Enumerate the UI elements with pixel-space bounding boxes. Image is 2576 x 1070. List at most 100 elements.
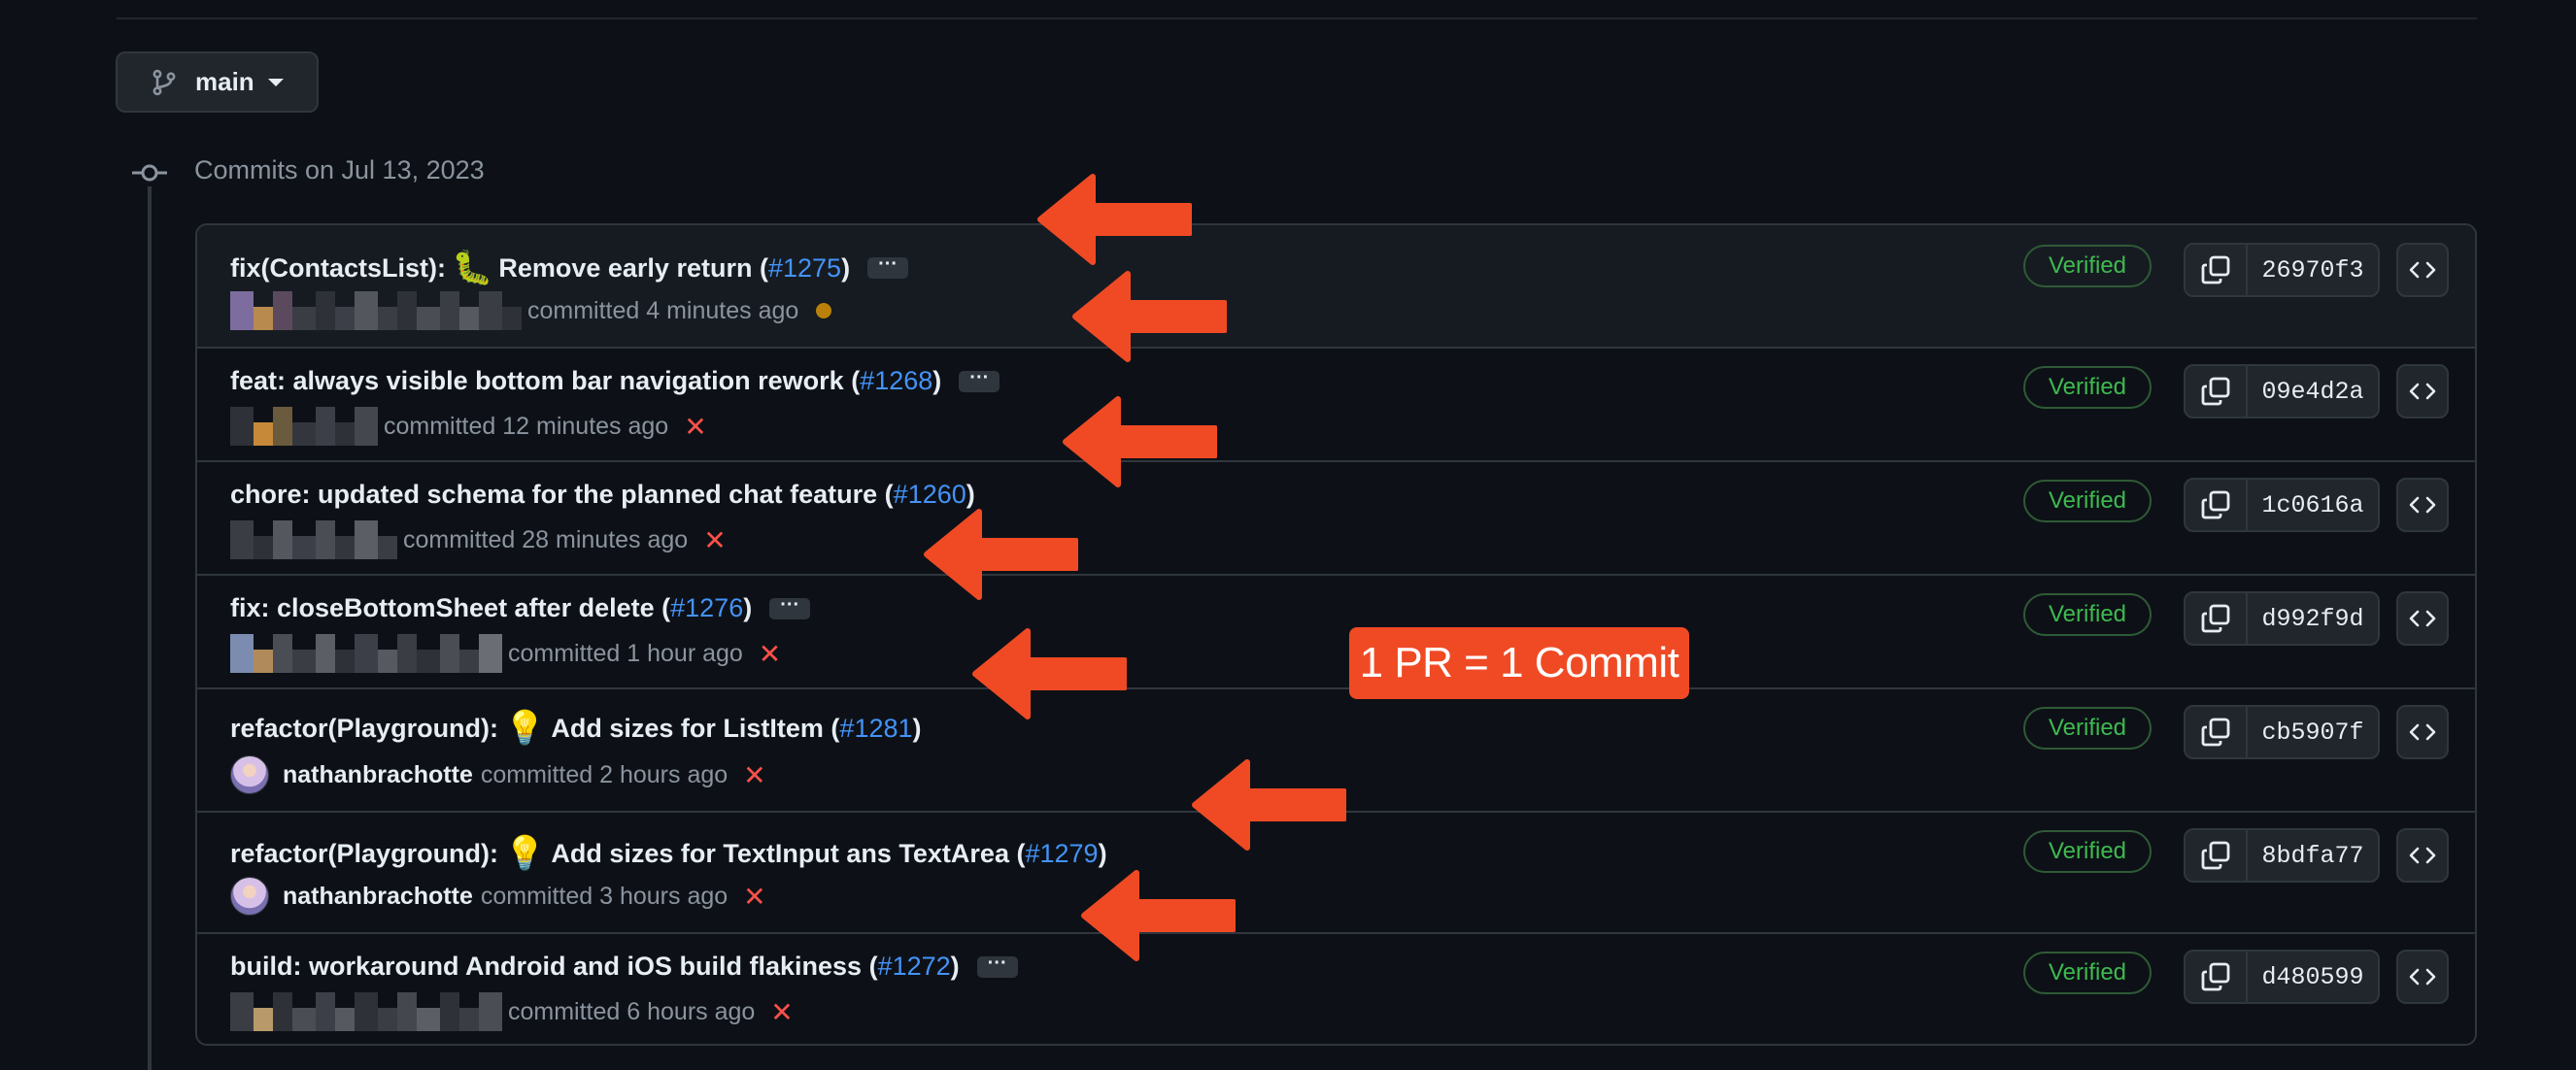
- pr-link[interactable]: #1268: [860, 366, 932, 396]
- verified-badge[interactable]: Verified: [2023, 480, 2152, 522]
- commit-type: fix:: [230, 593, 270, 622]
- failed-status-x-icon[interactable]: ✕: [743, 881, 765, 913]
- commit-type: refactor(Playground):: [230, 838, 499, 868]
- commit-message: workaround Android and iOS build flakine…: [309, 952, 863, 981]
- copy-icon: [2201, 718, 2230, 747]
- commit-message: Add sizes for ListItem: [551, 713, 824, 743]
- copy-icon: [2201, 255, 2230, 284]
- failed-status-x-icon[interactable]: ✕: [684, 411, 706, 443]
- browse-repository-button[interactable]: [2396, 364, 2449, 418]
- copy-sha-button[interactable]: [2186, 593, 2248, 644]
- avatar[interactable]: [230, 877, 269, 916]
- commit-sha-link[interactable]: 8bdfa77: [2248, 830, 2378, 881]
- author-name[interactable]: nathanbrachotte: [283, 883, 473, 911]
- commit-sha-link[interactable]: d992f9d: [2248, 593, 2378, 644]
- commit-time: committed 1 hour ago: [508, 639, 743, 667]
- verified-badge[interactable]: Verified: [2023, 593, 2152, 636]
- browse-repository-button[interactable]: [2396, 705, 2449, 759]
- commit-sha-group: 1c0616a: [2184, 478, 2380, 532]
- annotation-arrow: [924, 509, 1078, 600]
- commit-time: committed 6 hours ago: [508, 997, 756, 1025]
- expand-message-button[interactable]: ···: [769, 595, 811, 619]
- expand-message-button[interactable]: ···: [976, 953, 1018, 978]
- commit-sha-group: d480599: [2184, 950, 2380, 1004]
- commit-type: feat:: [230, 366, 287, 395]
- failed-status-x-icon[interactable]: ✕: [759, 638, 781, 670]
- commit-sha-link[interactable]: cb5907f: [2248, 707, 2378, 757]
- commit-title-link[interactable]: chore: updated schema for the planned ch…: [230, 480, 975, 510]
- redacted-author: [230, 520, 397, 559]
- commit-meta: committed 1 hour ago ✕: [230, 634, 781, 673]
- copy-sha-button[interactable]: [2186, 245, 2248, 295]
- pr-link[interactable]: #1272: [878, 952, 951, 982]
- failed-status-x-icon[interactable]: ✕: [743, 759, 765, 791]
- code-icon: [2409, 496, 2436, 514]
- commit-meta: committed 4 minutes ago: [230, 291, 832, 330]
- copy-sha-button[interactable]: [2186, 480, 2248, 530]
- timeline-line: [148, 186, 152, 1070]
- annotation-arrow: [1192, 759, 1346, 851]
- verified-badge[interactable]: Verified: [2023, 952, 2152, 994]
- commit-title-link[interactable]: feat: always visible bottom bar navigati…: [230, 366, 1000, 396]
- avatar[interactable]: [230, 755, 269, 794]
- commit-type: build:: [230, 952, 302, 981]
- commit-title-link[interactable]: refactor(Playground): 💡 Add sizes for List…: [230, 709, 922, 748]
- commit-meta: committed 12 minutes ago ✕: [230, 407, 707, 446]
- commit-sha-group: 09e4d2a: [2184, 364, 2380, 418]
- pending-status-dot-icon[interactable]: [816, 303, 832, 318]
- browse-repository-button[interactable]: [2396, 950, 2449, 1004]
- commit-row: chore: updated schema for the planned ch…: [197, 462, 2475, 576]
- commit-message: updated schema for the planned chat feat…: [318, 480, 878, 509]
- copy-icon: [2201, 490, 2230, 519]
- copy-sha-button[interactable]: [2186, 830, 2248, 881]
- copy-icon: [2201, 604, 2230, 633]
- failed-status-x-icon[interactable]: ✕: [703, 524, 726, 556]
- pr-link[interactable]: #1279: [1025, 839, 1098, 869]
- chevron-down-icon: [267, 78, 284, 86]
- commit-time: committed 2 hours ago: [480, 760, 729, 788]
- verified-badge[interactable]: Verified: [2023, 366, 2152, 409]
- commit-time: committed 12 minutes ago: [384, 412, 669, 440]
- verified-badge[interactable]: Verified: [2023, 830, 2152, 873]
- commit-meta: committed 6 hours ago ✕: [230, 992, 794, 1031]
- pr-link[interactable]: #1281: [839, 714, 912, 744]
- commit-title-link[interactable]: refactor(Playground): 💡 Add sizes for Text…: [230, 834, 1107, 873]
- commit-sha-link[interactable]: d480599: [2248, 952, 2378, 1002]
- redacted-author: [230, 407, 378, 446]
- commit-row: build: workaround Android and iOS build …: [197, 934, 2475, 1044]
- annotation-arrow: [1063, 396, 1217, 487]
- commit-time: committed 4 minutes ago: [527, 296, 799, 324]
- branch-name: main: [195, 67, 254, 96]
- verified-badge[interactable]: Verified: [2023, 707, 2152, 750]
- commit-sha-group: 8bdfa77: [2184, 828, 2380, 883]
- copy-sha-button[interactable]: [2186, 707, 2248, 757]
- commit-title-link[interactable]: fix(ContactsList): 🐛 Remove early return (…: [230, 249, 909, 287]
- copy-icon: [2201, 377, 2230, 406]
- commit-sha-group: d992f9d: [2184, 591, 2380, 646]
- commit-row: fix(ContactsList): 🐛 Remove early return (…: [197, 225, 2475, 349]
- failed-status-x-icon[interactable]: ✕: [770, 996, 793, 1028]
- commit-sha-link[interactable]: 1c0616a: [2248, 480, 2378, 530]
- git-commit-icon: [132, 164, 167, 182]
- browse-repository-button[interactable]: [2396, 243, 2449, 297]
- browse-repository-button[interactable]: [2396, 591, 2449, 646]
- expand-message-button[interactable]: ···: [867, 254, 909, 279]
- commit-sha-link[interactable]: 26970f3: [2248, 245, 2378, 295]
- branch-select-button[interactable]: main: [116, 51, 319, 113]
- verified-badge[interactable]: Verified: [2023, 245, 2152, 287]
- commit-title-link[interactable]: fix: closeBottomSheet after delete (#127…: [230, 593, 811, 623]
- commit-title-link[interactable]: build: workaround Android and iOS build …: [230, 952, 1018, 982]
- commit-message: always visible bottom bar navigation rew…: [292, 366, 844, 395]
- pr-link[interactable]: #1275: [768, 253, 841, 284]
- browse-repository-button[interactable]: [2396, 828, 2449, 883]
- bug-emoji-icon: 🐛: [452, 250, 493, 286]
- browse-repository-button[interactable]: [2396, 478, 2449, 532]
- copy-sha-button[interactable]: [2186, 366, 2248, 417]
- commit-message: closeBottomSheet after delete: [277, 593, 655, 622]
- commit-sha-link[interactable]: 09e4d2a: [2248, 366, 2378, 417]
- pr-link[interactable]: #1276: [670, 593, 743, 623]
- author-name[interactable]: nathanbrachotte: [283, 761, 473, 789]
- commit-message: Add sizes for TextInput ans TextArea: [551, 838, 1009, 868]
- copy-sha-button[interactable]: [2186, 952, 2248, 1002]
- expand-message-button[interactable]: ···: [959, 368, 1000, 392]
